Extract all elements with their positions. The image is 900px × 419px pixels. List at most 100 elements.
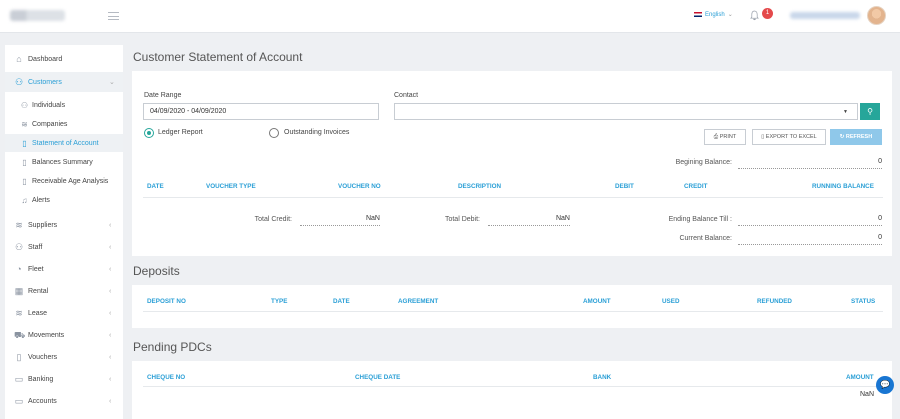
column-header[interactable]: CHEQUE DATE	[355, 374, 400, 381]
divider	[143, 311, 883, 312]
total-credit-label: Total Credit:	[254, 216, 292, 223]
beginning-balance-value: 0	[738, 157, 882, 169]
chevron-left-icon: ‹	[109, 265, 112, 273]
sidebar: ⌂ Dashboard ⚇ Customers ⌄ ⚇ Individuals …	[5, 45, 123, 419]
date-range-input[interactable]: 04/09/2020 - 04/09/2020	[143, 103, 379, 120]
sidebar-subitem-companies[interactable]: ≋ Companies	[5, 115, 123, 133]
menu-toggle-icon[interactable]	[108, 12, 119, 20]
deposits-card: DEPOSIT NO TYPE DATE AGREEMENT AMOUNT US…	[132, 285, 892, 328]
users-icon: ⚇	[14, 242, 24, 252]
language-selector[interactable]: English ⌄	[694, 11, 733, 18]
chevron-left-icon: ‹	[109, 243, 112, 251]
refresh-button[interactable]: ↻ REFRESH	[830, 129, 882, 145]
outstanding-invoices-label: Outstanding Invoices	[284, 129, 350, 136]
user-icon: ⚇	[20, 100, 29, 110]
folder-icon: ▭	[14, 374, 24, 384]
chevron-left-icon: ‹	[109, 375, 112, 383]
pdcs-title: Pending PDCs	[133, 340, 212, 354]
ending-balance-value: 0	[738, 214, 882, 226]
sidebar-subitem-balances-summary[interactable]: ▯ Balances Summary	[5, 153, 123, 171]
document-icon: ▯	[22, 138, 27, 148]
column-header[interactable]: AMOUNT	[583, 298, 611, 305]
chevron-left-icon: ‹	[109, 221, 112, 229]
chevron-down-icon: ⌄	[727, 12, 733, 18]
deposits-title: Deposits	[133, 264, 180, 278]
column-header[interactable]: BANK	[593, 374, 611, 381]
column-header[interactable]: VOUCHER TYPE	[206, 183, 256, 190]
divider	[143, 197, 883, 198]
total-credit-value: NaN	[300, 214, 380, 226]
column-header[interactable]: DESCRIPTION	[458, 183, 501, 190]
column-header[interactable]: VOUCHER NO	[338, 183, 381, 190]
search-icon: ⚲	[867, 107, 873, 116]
bell-icon: ♫	[21, 195, 28, 205]
monitor-icon: ▭	[14, 396, 24, 406]
column-header[interactable]: AMOUNT	[846, 374, 874, 381]
ending-balance-label: Ending Balance Till :	[668, 216, 732, 223]
current-balance-value: 0	[738, 233, 882, 245]
language-label: English	[705, 11, 725, 18]
search-button[interactable]: ⚲	[860, 103, 880, 120]
gauge-icon: ◔	[16, 264, 22, 274]
database-icon: ≋	[15, 308, 23, 318]
export-excel-button[interactable]: ▯ EXPORT TO EXCEL	[752, 129, 826, 145]
column-header[interactable]: DATE	[147, 183, 164, 190]
user-name[interactable]	[790, 12, 860, 19]
sidebar-subitem-statement-of-account[interactable]: ▯ Statement of Account	[5, 134, 123, 152]
pdc-amount-total: NaN	[860, 391, 875, 398]
column-header[interactable]: USED	[662, 298, 680, 305]
document-icon: ▯	[22, 176, 27, 186]
column-header[interactable]: DATE	[333, 298, 350, 305]
layers-icon: ≋	[21, 119, 28, 129]
ledger-report-radio[interactable]	[144, 128, 154, 138]
sidebar-item-vouchers[interactable]: ▯ Vouchers ‹	[5, 347, 123, 367]
pdcs-card: CHEQUE NO CHEQUE DATE BANK AMOUNT NaN	[132, 361, 892, 419]
column-header[interactable]: RUNNING BALANCE	[812, 183, 874, 190]
sidebar-item-dashboard[interactable]: ⌂ Dashboard	[5, 49, 123, 69]
column-header[interactable]: CHEQUE NO	[147, 374, 185, 381]
top-bar: English ⌄ 1	[0, 0, 900, 33]
sidebar-item-banking[interactable]: ▭ Banking ‹	[5, 369, 123, 389]
current-balance-label: Current Balance:	[679, 235, 732, 242]
column-header[interactable]: REFUNDED	[757, 298, 792, 305]
column-header[interactable]: AGREEMENT	[398, 298, 438, 305]
sidebar-item-lease[interactable]: ≋ Lease ‹	[5, 303, 123, 323]
column-header[interactable]: DEBIT	[615, 183, 634, 190]
home-icon: ⌂	[16, 54, 22, 64]
sidebar-item-rental[interactable]: ▦ Rental ‹	[5, 281, 123, 301]
ledger-report-label: Ledger Report	[158, 129, 203, 136]
contact-select[interactable]	[394, 103, 858, 120]
column-header[interactable]: TYPE	[271, 298, 287, 305]
avatar[interactable]	[867, 6, 886, 25]
page-title: Customer Statement of Account	[133, 50, 303, 64]
sidebar-subitem-alerts[interactable]: ♫ Alerts	[5, 191, 123, 209]
column-header[interactable]: STATUS	[851, 298, 875, 305]
phone-icon: ▯	[16, 352, 22, 362]
chevron-left-icon: ‹	[109, 331, 112, 339]
sidebar-item-movements[interactable]: ⛟ Movements ‹	[5, 325, 123, 345]
print-button[interactable]: ⎙ PRINT	[704, 129, 746, 145]
beginning-balance-label: Begining Balance:	[675, 159, 732, 166]
sidebar-item-customers[interactable]: ⚇ Customers ⌄	[5, 72, 123, 92]
document-icon: ▯	[22, 157, 27, 167]
statement-card: Date Range 04/09/2020 - 04/09/2020 Conta…	[132, 71, 892, 256]
total-debit-value: NaN	[488, 214, 570, 226]
car-icon: ⛟	[14, 330, 26, 340]
sidebar-item-suppliers[interactable]: ≋ Suppliers ‹	[5, 215, 123, 235]
sidebar-item-accounts[interactable]: ▭ Accounts ‹	[5, 391, 123, 411]
notification-bell-icon[interactable]	[750, 10, 759, 21]
chat-bubble-icon[interactable]: 💬	[876, 376, 894, 394]
sidebar-item-staff[interactable]: ⚇ Staff ‹	[5, 237, 123, 257]
outstanding-invoices-radio[interactable]	[269, 128, 279, 138]
sidebar-item-fleet[interactable]: ◔ Fleet ‹	[5, 259, 123, 279]
column-header[interactable]: CREDIT	[684, 183, 707, 190]
date-range-label: Date Range	[144, 92, 182, 99]
chevron-left-icon: ‹	[109, 287, 112, 295]
company-logo[interactable]	[10, 10, 65, 21]
total-debit-label: Total Debit:	[444, 216, 480, 223]
column-header[interactable]: DEPOSIT NO	[147, 298, 186, 305]
sidebar-subitem-individuals[interactable]: ⚇ Individuals	[5, 96, 123, 114]
users-icon: ⚇	[14, 77, 24, 87]
notification-count-badge: 1	[762, 8, 773, 19]
sidebar-subitem-receivable-age-analysis[interactable]: ▯ Receivable Age Analysis	[5, 172, 123, 190]
